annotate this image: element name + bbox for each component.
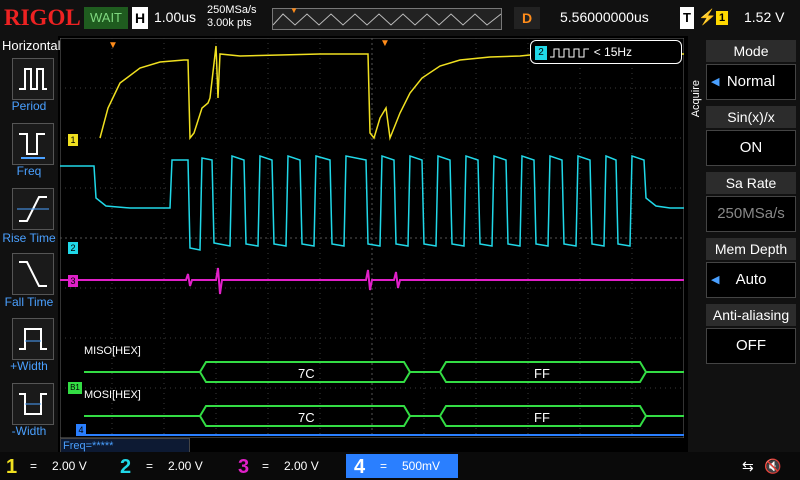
ch3-scale[interactable]: 2.00 V xyxy=(284,454,319,478)
run-status-badge[interactable]: WAIT xyxy=(84,7,128,29)
mem-depth-title: Mem Depth xyxy=(706,238,796,260)
period-button[interactable] xyxy=(12,58,54,100)
ch4-coupling-icon: = xyxy=(380,459,388,473)
ch4-scale[interactable]: 500mV xyxy=(402,454,440,478)
sample-rate-value: 250MSa/s xyxy=(207,4,257,16)
ch3-coupling-icon: = xyxy=(262,459,270,473)
pulse-train-icon xyxy=(550,48,590,58)
rise-time-button[interactable] xyxy=(12,188,54,230)
left-arrow-icon: ◀ xyxy=(711,76,720,88)
ch1-number[interactable]: 1 xyxy=(6,455,17,479)
anti-aliasing-title: Anti-aliasing xyxy=(706,304,796,326)
sa-rate-menu[interactable]: Sa Rate 250MSa/s xyxy=(706,172,796,232)
delay-badge: D xyxy=(514,7,540,29)
ch1-coupling-icon: = xyxy=(30,459,38,473)
ch2-scale[interactable]: 2.00 V xyxy=(168,454,203,478)
mem-depth-value: Auto xyxy=(735,271,767,288)
freq-button[interactable] xyxy=(12,123,54,165)
delay-value[interactable]: 5.56000000us xyxy=(560,9,649,25)
overview-waveform xyxy=(273,13,501,26)
ch1-offset-marker[interactable]: 1 xyxy=(68,134,78,146)
sinx-value: ON xyxy=(739,139,763,156)
timebase-value[interactable]: 1.00us xyxy=(154,9,196,25)
speaker-muted-icon[interactable]: 🔇 xyxy=(764,454,781,478)
trigger-level-value[interactable]: 1.52 V xyxy=(744,9,784,25)
mosi-value-1: 7C xyxy=(298,410,315,425)
miso-value-2: FF xyxy=(534,366,550,381)
trigger-source-channel: 1 xyxy=(716,11,728,25)
miso-label: MISO[HEX] xyxy=(84,345,141,357)
freq-label: Freq xyxy=(16,164,42,178)
center-time-marker: ▼ xyxy=(380,38,390,49)
ch4-number[interactable]: 4 xyxy=(354,455,365,479)
sinx-menu[interactable]: Sin(x)/x ON xyxy=(706,106,796,166)
frequency-counter[interactable]: 2 < 15Hz xyxy=(530,40,682,64)
ch3-number[interactable]: 3 xyxy=(238,455,249,479)
neg-width-button[interactable] xyxy=(12,383,54,425)
sinx-title: Sin(x)/x xyxy=(706,106,796,128)
miso-value-1: 7C xyxy=(298,366,315,381)
rise-time-icon xyxy=(17,196,49,222)
ch2-coupling-icon: = xyxy=(146,459,154,473)
fall-time-button[interactable] xyxy=(12,253,54,295)
left-panel-title: Horizontal xyxy=(2,38,61,53)
mode-value: Normal xyxy=(726,73,776,90)
freq-icon xyxy=(19,133,45,159)
mosi-label: MOSI[HEX] xyxy=(84,389,141,401)
neg-width-label: -Width xyxy=(11,424,47,438)
bus-offset-marker[interactable]: B1 xyxy=(68,382,82,394)
horizontal-badge: H xyxy=(132,7,148,29)
sample-rate-info: 250MSa/s 3.00k pts xyxy=(207,4,257,30)
ch2-number[interactable]: 2 xyxy=(120,455,131,479)
usb-icon: ⇆ xyxy=(742,458,754,474)
period-label: Period xyxy=(11,99,47,113)
acquire-menu-title: Acquire xyxy=(690,80,702,118)
brand-logo: RIGOL xyxy=(4,5,81,30)
fall-time-label: Fall Time xyxy=(4,295,54,309)
sa-rate-title: Sa Rate xyxy=(706,172,796,194)
pos-width-label: +Width xyxy=(10,359,48,373)
memory-points-value: 3.00k pts xyxy=(207,17,252,29)
pos-width-icon xyxy=(19,328,47,350)
left-arrow-icon: ◀ xyxy=(711,274,720,286)
mode-menu[interactable]: Mode ◀ Normal xyxy=(706,40,796,100)
mosi-value-2: FF xyxy=(534,410,550,425)
rise-time-label: Rise Time xyxy=(2,231,56,245)
trigger-time-marker: ▼ xyxy=(108,40,118,51)
neg-width-icon xyxy=(19,393,47,415)
ch4-offset-marker[interactable]: 4 xyxy=(76,424,86,436)
trigger-position-marker: ▼ xyxy=(290,6,298,15)
pos-width-button[interactable] xyxy=(12,318,54,360)
fall-time-icon xyxy=(19,261,47,287)
ch1-scale[interactable]: 2.00 V xyxy=(52,454,87,478)
mode-title: Mode xyxy=(706,40,796,62)
anti-aliasing-value: OFF xyxy=(736,337,766,354)
ch2-offset-marker[interactable]: 2 xyxy=(68,242,78,254)
mem-depth-menu[interactable]: Mem Depth ◀ Auto xyxy=(706,238,796,298)
counter-value: < 15Hz xyxy=(593,45,633,59)
sa-rate-value: 250MSa/s xyxy=(717,205,785,222)
rising-edge-icon: ⚡ xyxy=(698,9,717,26)
trigger-badge: T xyxy=(680,7,694,29)
ch3-offset-marker[interactable]: 3 xyxy=(68,275,78,287)
counter-channel-badge: 2 xyxy=(535,45,547,60)
memory-overview-bar xyxy=(272,8,502,30)
waveform-display[interactable]: ▼ ▼ xyxy=(60,38,684,438)
anti-aliasing-menu[interactable]: Anti-aliasing OFF xyxy=(706,304,796,364)
period-icon xyxy=(19,68,47,90)
